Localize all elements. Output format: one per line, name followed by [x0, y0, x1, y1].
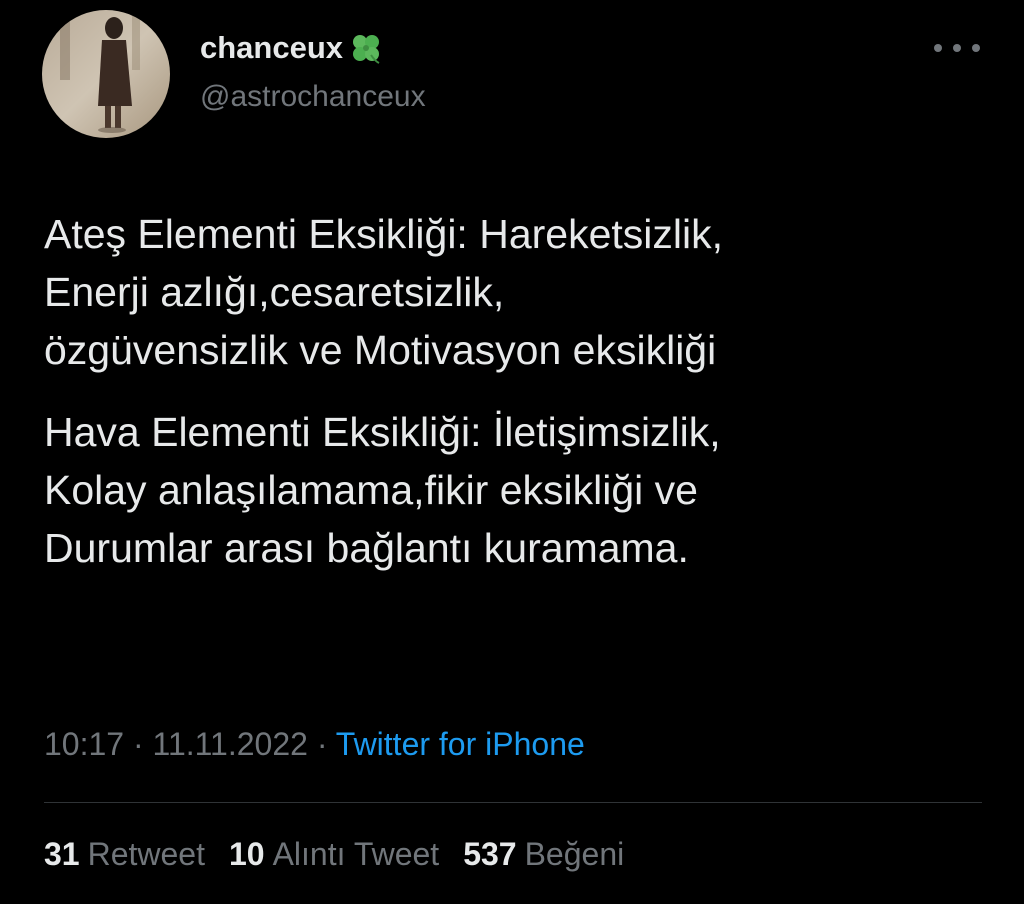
- meta-separator: ·: [124, 726, 153, 762]
- author-name-text: chanceux: [200, 30, 344, 65]
- retweet-count[interactable]: 31 Retweet: [44, 836, 205, 873]
- avatar[interactable]: [42, 10, 170, 138]
- like-count[interactable]: 537 Beğeni: [463, 836, 624, 873]
- tweet-time[interactable]: 10:17: [44, 726, 124, 762]
- meta-separator: ·: [307, 726, 336, 762]
- tweet-source-link[interactable]: Twitter for iPhone: [336, 726, 585, 762]
- divider: [44, 802, 982, 803]
- more-dot-icon: [934, 44, 942, 52]
- four-leaf-clover-icon: [349, 31, 383, 65]
- tweet-metadata: 10:17 · 11.11.2022 · Twitter for iPhone: [44, 726, 585, 763]
- quote-count-label: Alıntı Tweet: [272, 836, 440, 872]
- more-dot-icon: [972, 44, 980, 52]
- tweet-detail: chanceux @astrochanceux Ateş Elementi Ek…: [0, 0, 1024, 904]
- retweet-count-value: 31: [44, 836, 80, 872]
- tweet-paragraph: Hava Elementi Eksikliği: İletişimsizlik,…: [44, 409, 721, 571]
- author-name[interactable]: chanceux: [200, 30, 383, 66]
- avatar-photo: [42, 10, 170, 138]
- tweet-date[interactable]: 11.11.2022: [153, 726, 308, 762]
- quote-count-value: 10: [228, 836, 265, 872]
- like-count-label: Beğeni: [524, 836, 625, 872]
- engagement-stats: 31 Retweet 10 Alıntı Tweet 537 Beğeni: [44, 836, 624, 873]
- tweet-text: Ateş Elementi Eksikliği: Hareketsizlik, …: [44, 205, 994, 577]
- like-count-value: 537: [463, 836, 517, 872]
- retweet-count-label: Retweet: [87, 836, 205, 872]
- quote-tweet-count[interactable]: 10 Alıntı Tweet: [229, 836, 439, 873]
- author-handle[interactable]: @astrochanceux: [200, 80, 426, 114]
- more-dot-icon: [953, 44, 961, 52]
- tweet-paragraph: Ateş Elementi Eksikliği: Hareketsizlik, …: [44, 211, 723, 373]
- more-options-button[interactable]: [934, 34, 980, 62]
